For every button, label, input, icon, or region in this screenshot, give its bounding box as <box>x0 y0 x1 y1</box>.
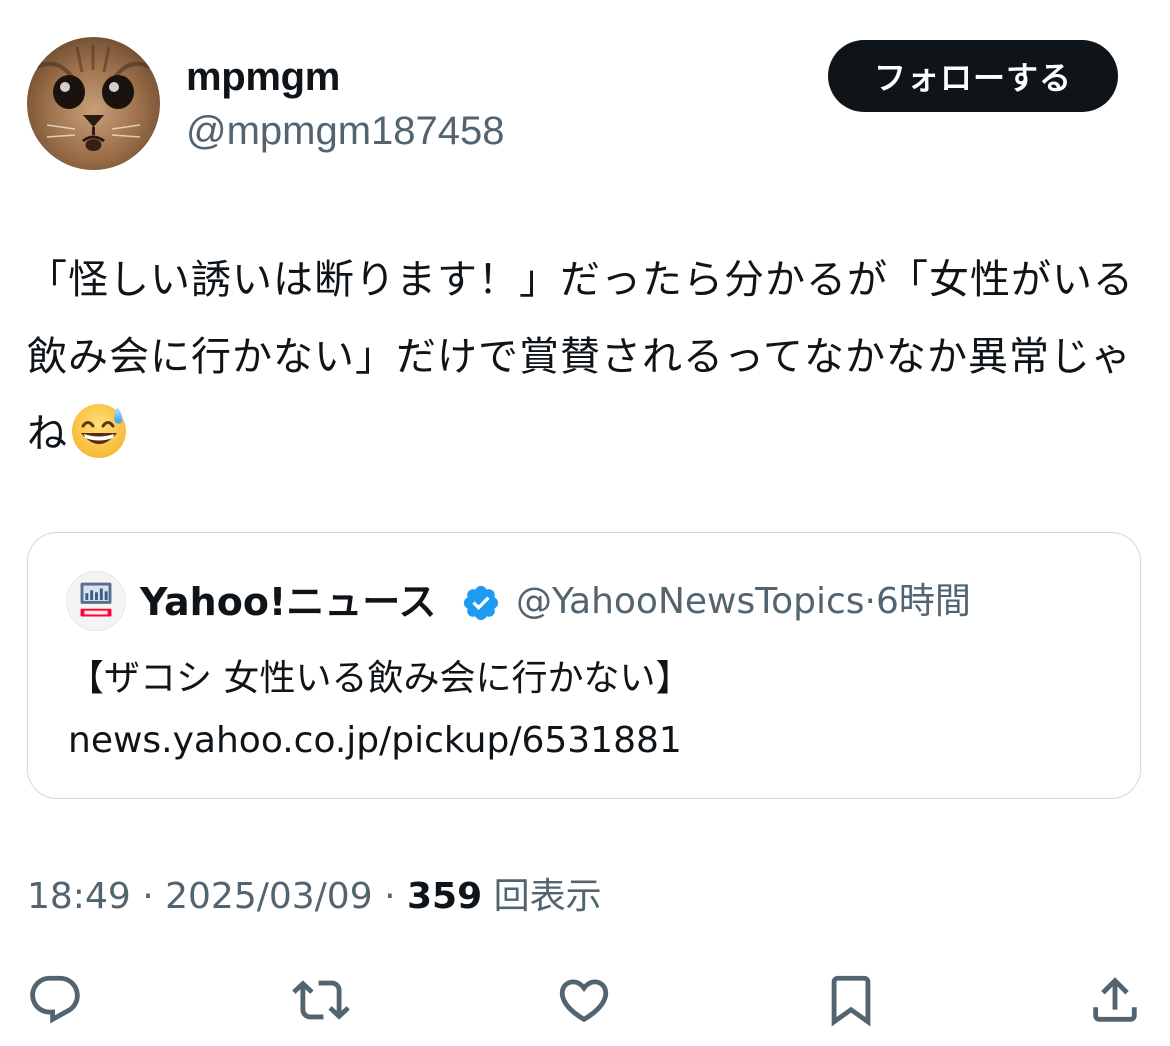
author-display-name[interactable]: mpmgm <box>186 52 340 102</box>
quoted-tweet-card[interactable]: Yahoo!ニュース @YahooNewsTopics·6時間 【ザコシ 女性い… <box>27 532 1141 799</box>
retweet-button[interactable] <box>286 965 356 1035</box>
quoted-author-meta: @YahooNewsTopics·6時間 <box>516 577 971 627</box>
grinning-face-with-sweat-emoji-icon <box>70 401 128 459</box>
bookmark-icon <box>831 975 871 1027</box>
quoted-tweet-time[interactable]: 6時間 <box>876 581 971 622</box>
meta-separator: · <box>142 876 154 917</box>
meta-separator: · <box>864 581 876 622</box>
reply-button[interactable] <box>20 965 90 1035</box>
reply-icon <box>30 975 80 1024</box>
yahoo-news-logo-icon <box>80 582 112 617</box>
author-handle[interactable]: @mpmgm187458 <box>186 106 505 156</box>
meta-separator: · <box>384 876 396 917</box>
author-avatar[interactable] <box>27 37 160 170</box>
tweet-text-content: 「怪しい誘いは断ります！」だったら分かるが「女性がいる飲み会に行かない」だけで賞… <box>27 257 1134 457</box>
share-button[interactable] <box>1080 965 1150 1035</box>
views-count[interactable]: 359 <box>407 876 482 917</box>
share-icon <box>1093 977 1137 1022</box>
quoted-author-avatar[interactable] <box>66 571 126 631</box>
tweet-actions-bar <box>0 965 1170 1035</box>
quoted-tweet-text: 【ザコシ 女性いる飲み会に行かない】 news.yahoo.co.jp/pick… <box>68 648 1108 772</box>
cat-face-avatar-icon <box>27 37 160 170</box>
bookmark-button[interactable] <box>816 965 886 1035</box>
tweet-time[interactable]: 18:49 <box>27 876 131 917</box>
tweet-date[interactable]: 2025/03/09 <box>165 876 373 917</box>
quoted-author-handle[interactable]: @YahooNewsTopics <box>516 581 865 622</box>
quoted-tweet-title: 【ザコシ 女性いる飲み会に行かない】 <box>68 658 692 699</box>
tweet-meta: 18:49 · 2025/03/09 · 359 回表示 <box>27 872 602 922</box>
quoted-author-name[interactable]: Yahoo!ニュース <box>140 577 436 627</box>
verified-badge-icon <box>463 585 499 621</box>
retweet-icon <box>292 980 350 1020</box>
follow-button[interactable]: フォローする <box>828 40 1118 112</box>
views-label[interactable]: 回表示 <box>494 876 602 917</box>
like-button[interactable] <box>549 965 619 1035</box>
like-icon <box>559 979 609 1023</box>
tweet-text: 「怪しい誘いは断ります！」だったら分かるが「女性がいる飲み会に行かない」だけで賞… <box>27 242 1137 473</box>
quoted-tweet-link[interactable]: news.yahoo.co.jp/pickup/6531881 <box>68 710 1108 772</box>
